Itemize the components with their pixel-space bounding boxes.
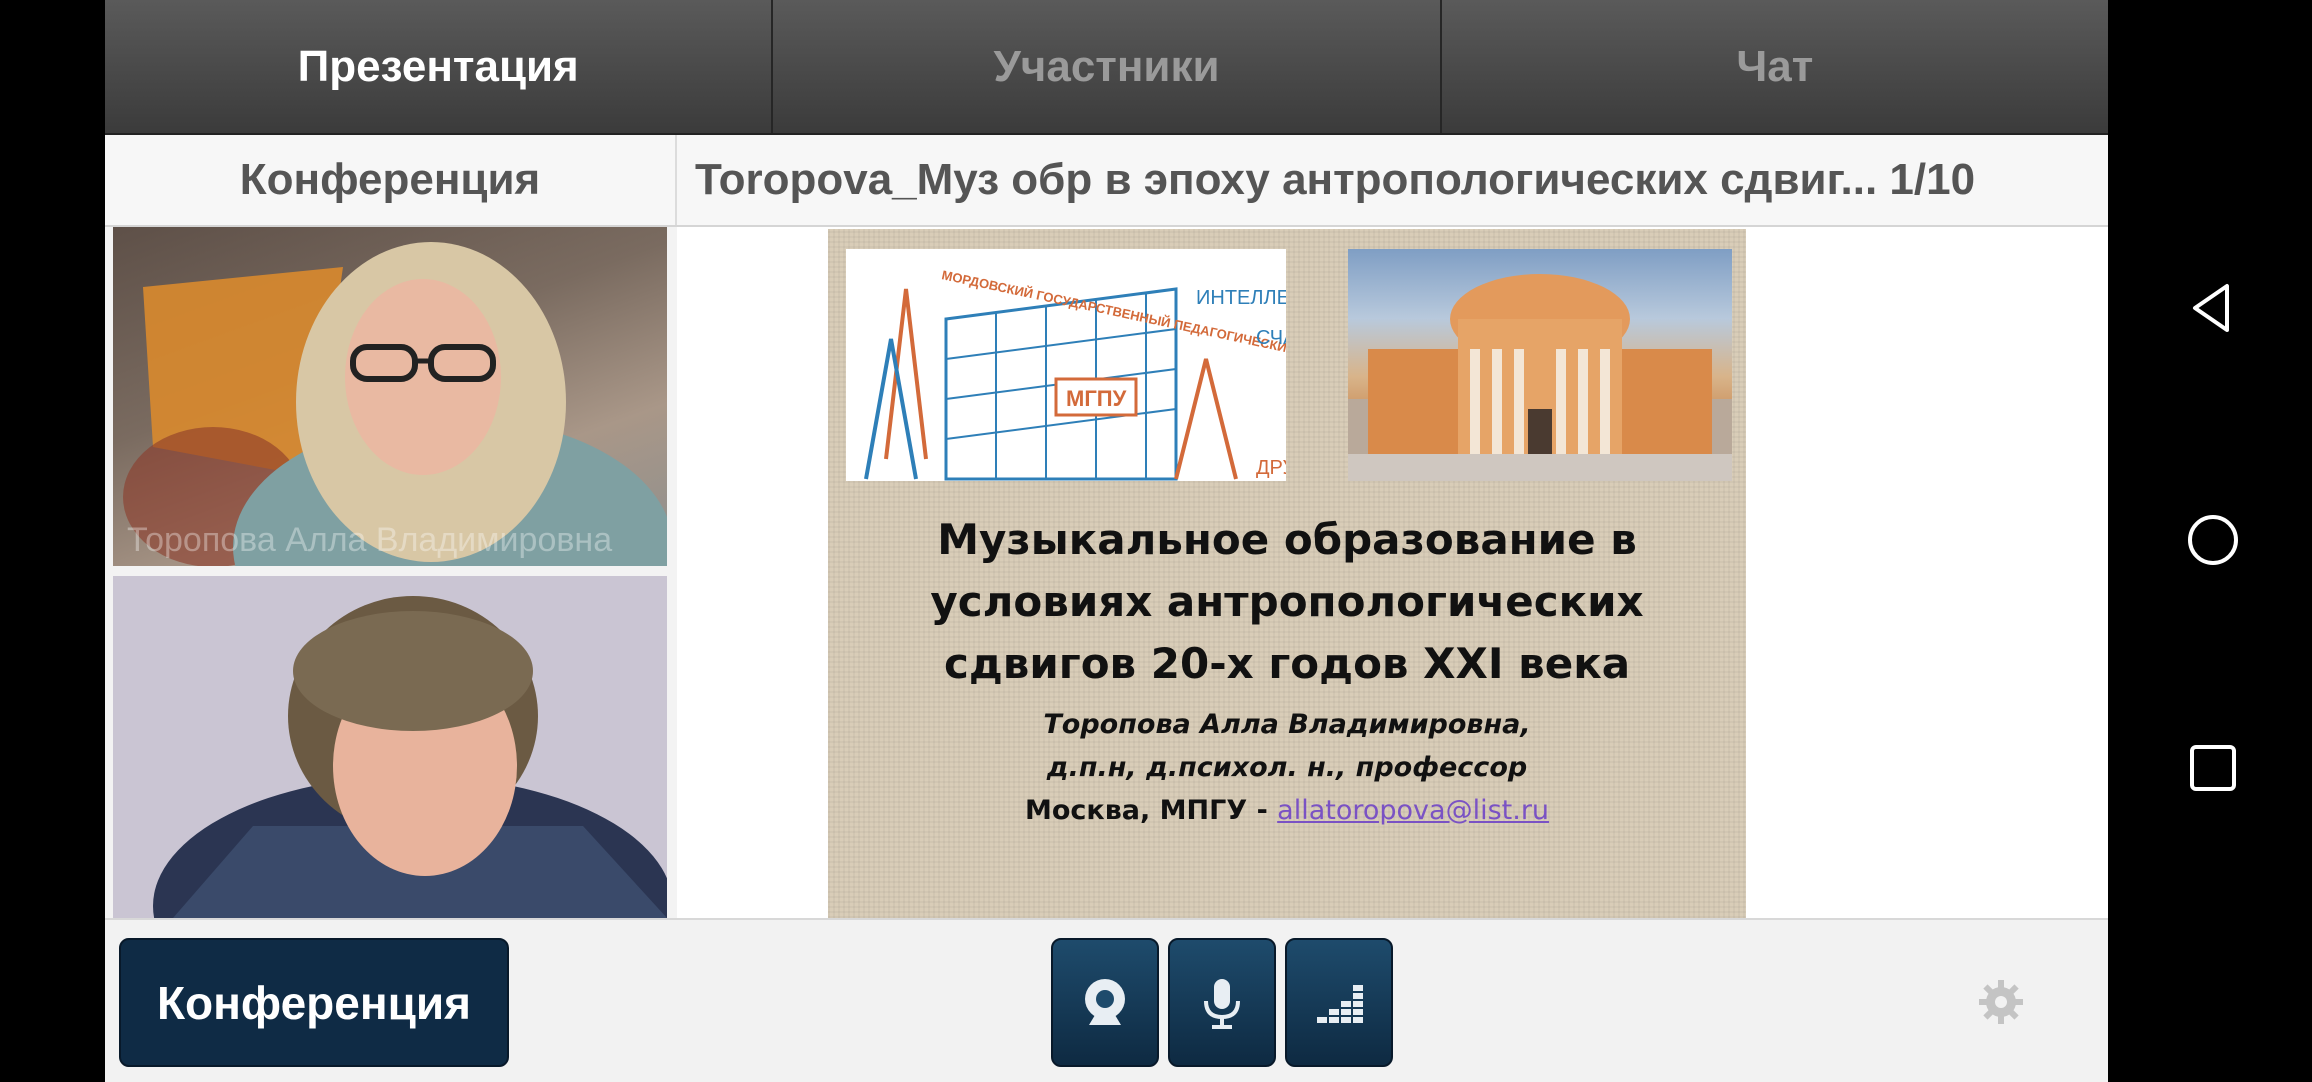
slide-email-link[interactable]: allatoropova@list.ru xyxy=(1277,795,1549,826)
slide-place: Москва, МПГУ - allatoropova@list.ru xyxy=(828,795,1746,826)
video-participant-1[interactable]: Торопова Алла Владимировна xyxy=(113,227,667,566)
conference-button[interactable]: Конференция xyxy=(119,938,509,1067)
conference-label: Конференция xyxy=(239,155,541,204)
main-tabs: Презентация Участники Чат xyxy=(105,0,2108,135)
slide-title-line-3: сдвигов 20-х годов XXI века xyxy=(943,639,1631,688)
audio-level-icon xyxy=(1317,984,1363,1023)
recent-apps-icon[interactable] xyxy=(2183,738,2243,798)
back-icon[interactable] xyxy=(2183,278,2243,338)
divider xyxy=(675,135,677,225)
audio-level-button[interactable] xyxy=(1285,938,1393,1067)
camera-button[interactable] xyxy=(1051,938,1159,1067)
home-icon[interactable] xyxy=(2183,510,2243,570)
video-frame-2 xyxy=(113,576,667,918)
bottom-toolbar: Конференция xyxy=(105,918,2108,1082)
tab-presentation[interactable]: Презентация xyxy=(105,0,774,133)
webcam-icon xyxy=(1085,978,1125,1025)
slide-image-university-building xyxy=(1348,249,1732,481)
image-badge-text: МГПУ xyxy=(1066,386,1127,411)
image-side-text-2: СЧА xyxy=(1256,327,1286,349)
microphone-icon xyxy=(1204,978,1240,1029)
slide-degree: д.п.н, д.психол. н., профессор xyxy=(1046,752,1528,783)
presentation-title: Toropova_Муз обр в эпоху антропологическ… xyxy=(695,155,1976,204)
sub-header: Конференция Toropova_Муз обр в эпоху ант… xyxy=(105,135,2108,227)
slide-place-text: Москва, МПГУ - xyxy=(1024,795,1278,826)
gear-icon[interactable] xyxy=(1977,978,2025,1026)
android-nav-bar xyxy=(2108,0,2312,1080)
video-participant-2[interactable] xyxy=(113,576,667,918)
image-side-text-1: ИНТЕЛЛЕКТ xyxy=(1196,287,1286,309)
participant-name-overlay: Торопова Алла Владимировна xyxy=(127,521,613,559)
image-side-text-3: ДРУ xyxy=(1256,457,1286,479)
tab-chat[interactable]: Чат xyxy=(1442,0,2108,133)
slide-image-university-drawing: МОРДОВСКИЙ ГОСУДАРСТВЕННЫЙ ПЕДАГОГИЧЕСКИ… xyxy=(846,249,1286,481)
image-caption-text: МОРДОВСКИЙ ГОСУДАРСТВЕННЫЙ ПЕДАГОГИЧЕСКИ… xyxy=(940,267,1286,378)
video-frame-1 xyxy=(123,242,667,566)
slide-title: Музыкальное образование в условиях антро… xyxy=(828,509,1746,695)
tab-participants[interactable]: Участники xyxy=(773,0,1442,133)
slide-title-line-2: условиях антропологических xyxy=(930,577,1644,626)
slide: МОРДОВСКИЙ ГОСУДАРСТВЕННЫЙ ПЕДАГОГИЧЕСКИ… xyxy=(828,229,1746,918)
slide-title-line-1: Музыкальное образование в xyxy=(937,515,1637,564)
slide-author: Торопова Алла Владимировна, xyxy=(1043,709,1531,740)
microphone-button[interactable] xyxy=(1168,938,1276,1067)
